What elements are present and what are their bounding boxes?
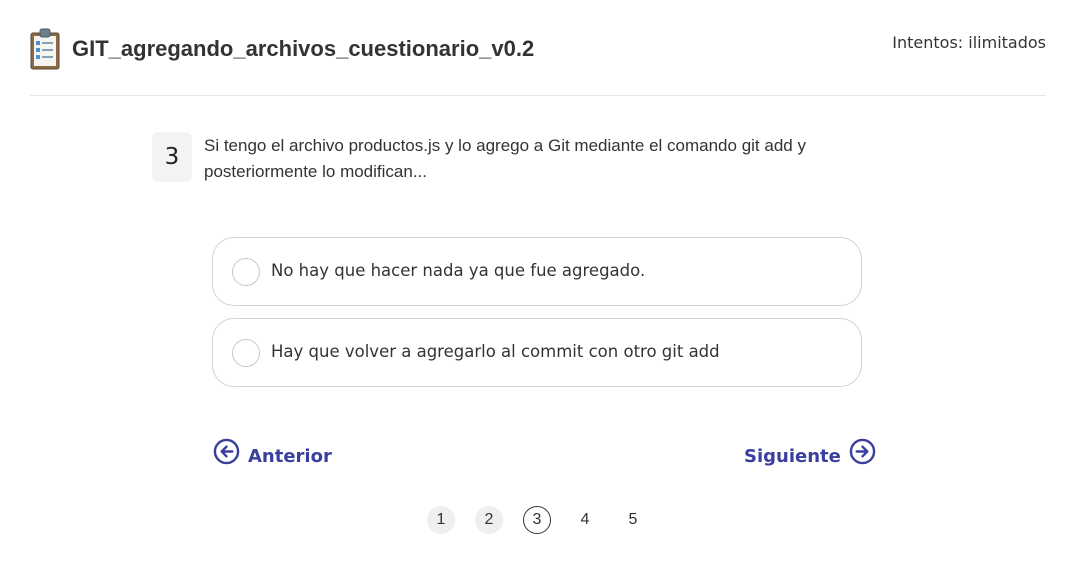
page-5-button[interactable]: 5: [619, 506, 647, 534]
next-button[interactable]: Siguiente: [744, 436, 876, 467]
answer-option-label: No hay que hacer nada ya que fue agregad…: [271, 261, 646, 280]
pagination: 1 2 3 4 5: [427, 506, 647, 534]
clipboard-checklist-icon: [30, 28, 60, 70]
answer-option[interactable]: Hay que volver a agregarlo al commit con…: [212, 318, 862, 387]
page-2-button[interactable]: 2: [475, 506, 503, 534]
radio-button[interactable]: [232, 258, 260, 286]
arrow-right-circle-icon: [849, 438, 876, 465]
previous-label: Anterior: [248, 446, 332, 467]
page-4-button[interactable]: 4: [571, 506, 599, 534]
arrow-left-circle-icon: [213, 438, 240, 465]
answer-option-label: Hay que volver a agregarlo al commit con…: [271, 342, 720, 361]
answer-option[interactable]: No hay que hacer nada ya que fue agregad…: [212, 237, 862, 306]
page-3-button[interactable]: 3: [523, 506, 551, 534]
next-label: Siguiente: [744, 446, 841, 467]
page-1-button[interactable]: 1: [427, 506, 455, 534]
radio-button[interactable]: [232, 339, 260, 367]
quiz-header: GIT_agregando_archivos_cuestionario_v0.2…: [30, 0, 1046, 96]
question-number-badge: 3: [152, 132, 192, 182]
question-text: Si tengo el archivo productos.js y lo ag…: [204, 136, 806, 181]
previous-button[interactable]: Anterior: [213, 436, 332, 467]
page-title: GIT_agregando_archivos_cuestionario_v0.2: [72, 36, 535, 61]
attempts-label: Intentos: ilimitados: [892, 33, 1046, 52]
